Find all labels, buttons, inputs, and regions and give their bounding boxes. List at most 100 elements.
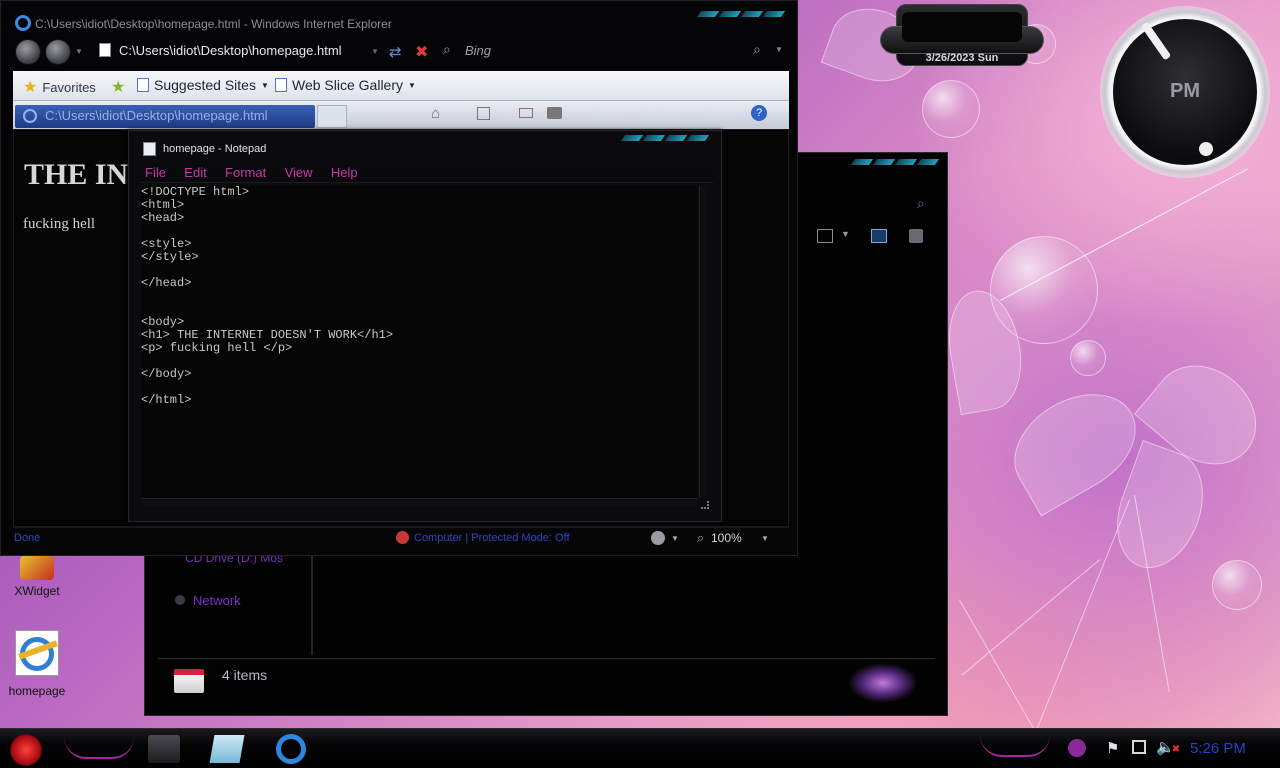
nav-item-network[interactable]: Network [175,593,241,608]
clock-dot [1199,142,1213,156]
ie-status-bar: Done Computer | Protected Mode: Off ▼ ⌕ … [13,527,789,549]
print-icon[interactable] [547,107,562,119]
status-text: Done [14,532,41,544]
rss-feed-icon[interactable] [477,107,490,120]
network-tray-icon[interactable] [1132,740,1146,754]
zoom-level[interactable]: 100% [711,531,742,545]
chevron-down-icon[interactable]: ▼ [671,534,679,543]
clock-widget[interactable]: PM [1100,6,1270,178]
flower-stem [1031,499,1130,742]
xwidget-icon [20,556,54,580]
suggested-sites-link[interactable]: Suggested Sites ▼ [137,77,269,93]
desktop-icon-xwidget[interactable]: XWidget [0,552,74,598]
web-slice-icon [275,78,287,92]
date-text: 3/26/2023 Sun [925,52,999,64]
window-title-accents [696,11,786,17]
tab-homepage[interactable]: C:\Users\idiot\Desktop\homepage.html [15,105,315,128]
add-to-favorites-bar-button[interactable]: ★ [111,77,125,97]
help-icon[interactable]: ? [751,105,767,121]
page-menu[interactable]: Page [591,107,619,121]
menu-file[interactable]: File [145,165,166,180]
taskbar-swirl-decoration [64,737,134,759]
butterfly-decoration [848,663,918,703]
security-zone-text[interactable]: Computer | Protected Mode: Off [414,532,570,544]
window-title-accents [620,135,710,141]
favorites-bar: ★ Favorites ★ Suggested Sites ▼ Web Slic… [13,71,789,101]
swirl-line [1000,168,1248,301]
tab-title: C:\Users\idiot\Desktop\homepage.html [45,108,268,123]
notepad-icon [143,142,156,156]
window-title: C:\Users\idiot\Desktop\homepage.html - W… [35,17,392,31]
menu-help[interactable]: Help [331,165,358,180]
window-title-accents [850,159,940,165]
web-slice-gallery-label: Web Slice Gallery [292,77,404,93]
recent-pages-dropdown[interactable]: ▼ [75,47,83,56]
notepad-text-area[interactable]: <!DOCTYPE html> <html> <head> <style> </… [141,186,697,498]
taskbar-swirl-decoration [980,735,1050,757]
favorites-star-icon: ★ [23,79,38,96]
taskbar-app-explorer[interactable] [148,735,180,763]
new-tab-button[interactable] [317,105,347,128]
taskbar-clock[interactable]: 5:26 PM [1190,740,1246,757]
suggested-sites-label: Suggested Sites [154,77,256,93]
address-dropdown[interactable]: ▼ [371,47,379,56]
menu-edit[interactable]: Edit [184,165,206,180]
details-pane: 4 items [158,658,935,706]
ie-logo-icon [15,15,31,31]
resize-grip[interactable] [701,501,709,509]
stop-icon[interactable]: ✖ [415,42,428,62]
chevron-down-icon: ▼ [260,80,269,90]
tab-page-icon [23,109,37,123]
popup-blocker-icon[interactable] [651,531,665,545]
protected-mode-icon [396,531,409,544]
vertical-scrollbar[interactable] [699,186,707,498]
preview-pane-icon[interactable] [871,229,887,243]
add-favorite-icon: ★ [111,79,126,96]
volume-muted-icon[interactable]: 🔈✖ [1156,738,1180,756]
taskbar-app-internet-explorer[interactable] [276,734,306,764]
view-options-icon[interactable] [817,229,833,243]
clock-meridiem: PM [1170,80,1200,102]
page-paragraph: fucking hell [23,216,96,232]
bubble-decoration [922,80,980,138]
search-options-dropdown[interactable]: ▼ [775,45,783,54]
desktop-icon-label: homepage [8,684,66,698]
search-icon: ⌕ [443,41,451,57]
flower-stem [959,600,1045,748]
notepad-window[interactable]: homepage - Notepad File Edit Format View… [128,130,722,522]
home-icon[interactable]: ⌂ [431,105,440,122]
back-button[interactable] [15,39,41,65]
action-center-flag-icon[interactable]: ⚑ [1106,739,1119,757]
chevron-down-icon[interactable]: ▼ [841,229,850,239]
folder-icon [174,669,204,693]
tray-flower-icon[interactable] [1068,739,1086,757]
ie-page-icon [137,78,149,92]
search-provider-text: Bing [465,43,492,58]
safety-menu[interactable]: Safety [641,107,675,121]
zoom-icon: ⌕ [697,530,705,545]
search-icon[interactable]: ⌕ [917,195,925,212]
forward-button[interactable] [45,39,71,65]
search-box[interactable]: ⌕ Bing ⌕ ▼ [441,41,791,63]
navigation-pane: CD Drive (D:) Mos Network [145,551,313,655]
search-button-icon[interactable]: ⌕ [753,41,761,58]
date-widget[interactable]: 3/26/2023 Sun [880,4,1044,68]
menu-format[interactable]: Format [225,165,266,180]
bubble-decoration [1070,340,1106,376]
web-slice-gallery-link[interactable]: Web Slice Gallery ▼ [275,77,416,93]
zoom-dropdown[interactable]: ▼ [761,534,769,543]
start-button[interactable] [10,734,42,766]
help-icon[interactable] [909,229,923,243]
taskbar-app-notepad[interactable] [209,735,245,763]
chevron-down-icon: ▼ [408,80,416,90]
favorites-button[interactable]: ★ Favorites [23,77,96,97]
desktop-icon-homepage[interactable]: homepage [0,630,74,698]
network-icon [175,595,185,605]
refresh-icon[interactable]: ⇄ [389,43,402,61]
address-bar[interactable]: C:\Users\idiot\Desktop\homepage.html [95,39,385,65]
horizontal-scrollbar[interactable] [141,498,697,506]
mail-icon[interactable] [519,108,533,118]
menu-view[interactable]: View [285,165,313,180]
tools-menu[interactable]: Tools [701,107,729,121]
notepad-menu-bar: File Edit Format View Help [141,163,713,183]
